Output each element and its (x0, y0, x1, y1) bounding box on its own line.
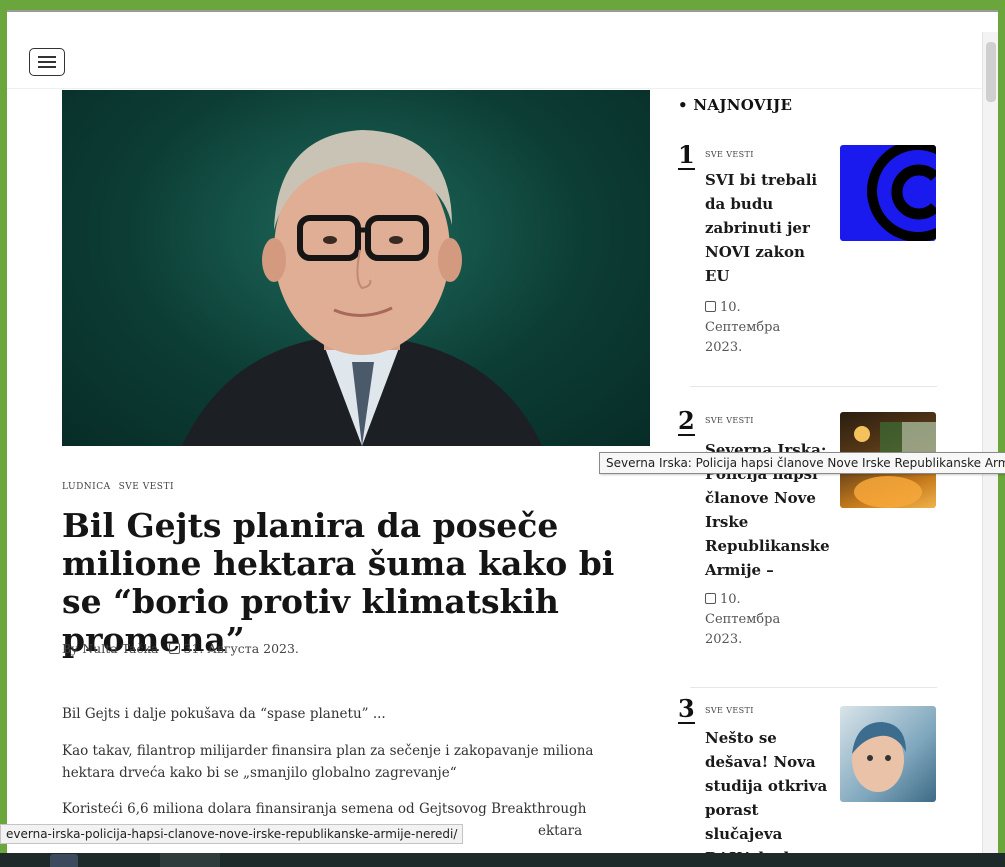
author-link[interactable]: By Nulta Tačka (62, 641, 159, 656)
article-paragraph: Koristeći 6,6 miliona dolara finansiranj… (62, 801, 587, 817)
category-link-ludnica[interactable]: LUDNICA (62, 482, 111, 492)
item-thumbnail[interactable] (840, 706, 936, 802)
link-tooltip: Severna Irska: Policija hapsi članove No… (599, 452, 1005, 474)
sidebar-divider (690, 386, 937, 387)
article-categories: LUDNICA SVE VESTI (62, 482, 174, 492)
sidebar-divider (690, 687, 937, 688)
item-category[interactable]: SVE VESTI (705, 150, 754, 159)
item-rank: 2 (678, 406, 695, 436)
copyright-symbol-icon (867, 145, 936, 241)
menu-icon-line (38, 66, 56, 68)
hamburger-menu-button[interactable] (29, 48, 65, 76)
article-date: 31. Августа 2023. (168, 641, 299, 656)
item-rank: 1 (678, 140, 695, 170)
item-date: 10. Септембра 2023. (705, 298, 815, 358)
sidebar-heading: • NAJNOVIJE (678, 96, 793, 114)
category-link-sve-vesti[interactable]: SVE VESTI (119, 482, 174, 492)
menu-icon-line (38, 61, 56, 63)
calendar-icon (705, 593, 716, 604)
item-title-link[interactable]: Nešto se dešava! Nova studija otkriva po… (705, 726, 830, 867)
item-title-link[interactable]: SVI bi trebali da budu zabrinuti jer NOV… (705, 168, 830, 288)
child-photo-image (852, 722, 906, 792)
item-thumbnail[interactable] (840, 145, 936, 241)
scrollbar-thumb[interactable] (986, 42, 996, 102)
item-date: 10. Септембра 2023. (705, 590, 815, 650)
header-divider (7, 88, 998, 89)
article-title[interactable]: Bil Gejts planira da poseče milione hekt… (62, 507, 652, 659)
browser-viewport: LUDNICA SVE VESTI Bil Gejts planira da p… (7, 10, 998, 867)
item-category[interactable]: SVE VESTI (705, 416, 754, 425)
status-bar-url: everna-irska-policija-hapsi-clanove-nove… (0, 824, 464, 844)
vertical-scrollbar[interactable] (982, 32, 998, 867)
article-paragraph: Kao takav, filantrop milijarder finansir… (62, 743, 594, 781)
portrait-illustration (182, 130, 542, 446)
sidebar-news-item: 2 SVE VESTI Severna Irska: Policija haps… (678, 408, 938, 668)
menu-icon-line (38, 56, 56, 58)
article-paragraph: Bil Gejts i dalje pokušava da “spase pla… (62, 706, 386, 722)
item-date-text: 10. Септембра 2023. (705, 592, 781, 647)
article-byline: By Nulta Tačka 31. Августа 2023. (62, 641, 299, 656)
article-hero-image[interactable] (62, 90, 650, 446)
article-paragraph-fragment: ektara (538, 823, 583, 839)
taskbar-app-button[interactable] (160, 853, 220, 867)
item-category[interactable]: SVE VESTI (705, 706, 754, 715)
taskbar-app-icon[interactable] (50, 854, 78, 867)
calendar-icon (705, 301, 716, 312)
article-date-text: 31. Августа 2023. (183, 641, 299, 656)
sidebar-news-item: 3 SVE VESTI Nešto se dešava! Nova studij… (678, 694, 938, 867)
item-rank: 3 (678, 694, 695, 724)
item-date-text: 10. Септембра 2023. (705, 300, 781, 355)
os-taskbar (0, 853, 1005, 867)
calendar-icon (168, 643, 180, 654)
site-header (7, 10, 998, 90)
sidebar-news-item: 1 SVE VESTI SVI bi trebali da budu zabri… (678, 142, 938, 372)
